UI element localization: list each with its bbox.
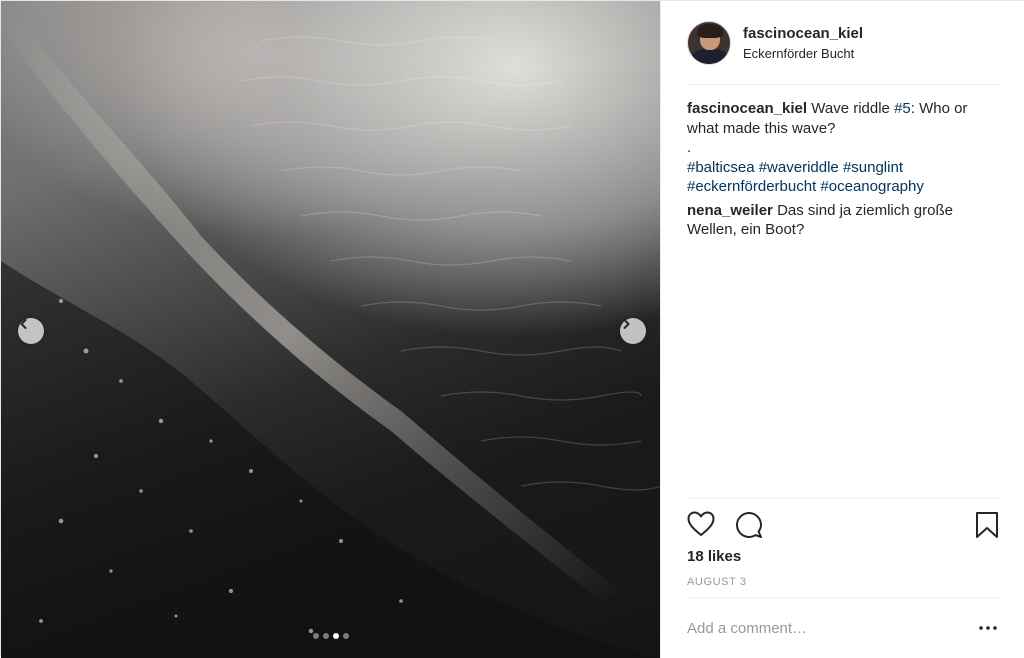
wave-texture xyxy=(1,21,660,658)
chevron-right-icon xyxy=(623,319,630,329)
chevron-left-icon xyxy=(20,319,27,329)
more-options-button[interactable] xyxy=(977,618,999,638)
instagram-post: fascinocean_kiel Eckernförder Bucht fasc… xyxy=(0,0,1024,658)
carousel-prev-button[interactable] xyxy=(18,318,44,344)
post-sidebar: fascinocean_kiel Eckernförder Bucht fasc… xyxy=(660,1,1024,658)
hashtag-link[interactable]: #balticsea xyxy=(687,159,755,176)
comment-button[interactable] xyxy=(735,511,763,544)
caption-author-link[interactable]: fascinocean_kiel xyxy=(687,100,807,117)
caption-separator: . xyxy=(687,139,692,156)
speech-bubble-icon xyxy=(736,512,762,538)
like-button[interactable] xyxy=(687,511,715,542)
save-button[interactable] xyxy=(975,511,999,544)
add-comment-bar xyxy=(687,597,999,658)
hashtag-link[interactable]: #eckernförderbucht xyxy=(687,178,816,195)
comment: nena_weiler Das sind ja ziemlich große W… xyxy=(687,201,1002,240)
hashtag-link[interactable]: #waveriddle xyxy=(759,159,839,176)
carousel-dot xyxy=(322,633,329,639)
carousel-dot xyxy=(342,633,349,639)
comment-author-link[interactable]: nena_weiler xyxy=(687,202,773,219)
carousel-next-button[interactable] xyxy=(620,318,646,344)
carousel-dot xyxy=(312,633,319,639)
post-photo[interactable] xyxy=(1,1,660,658)
comment-input[interactable] xyxy=(687,616,957,640)
caption: fascinocean_kiel Wave riddle #5: Who or … xyxy=(687,99,1002,197)
heart-icon xyxy=(687,511,715,536)
header-username-link[interactable]: fascinocean_kiel xyxy=(743,25,863,42)
hashtag-link[interactable]: #oceanography xyxy=(820,178,923,195)
post-date[interactable]: AUGUST 3 xyxy=(687,576,747,588)
carousel-dot xyxy=(332,633,339,639)
bookmark-icon xyxy=(976,512,998,538)
ellipsis-icon xyxy=(979,626,997,630)
caption-hashtags: #balticsea #waveriddle #sunglint #eckern… xyxy=(687,158,1002,197)
action-bar xyxy=(687,498,999,538)
caption-text-start: Wave riddle xyxy=(811,100,895,117)
location-link[interactable]: Eckernförder Bucht xyxy=(743,46,854,61)
avatar[interactable] xyxy=(687,21,731,65)
likes-count[interactable]: 18 likes xyxy=(687,548,741,565)
hashtag-link[interactable]: #5 xyxy=(894,100,911,117)
comments-section: fascinocean_kiel Wave riddle #5: Who or … xyxy=(687,99,1002,244)
carousel-indicator xyxy=(1,633,660,639)
post-header: fascinocean_kiel Eckernförder Bucht xyxy=(687,21,999,85)
hashtag-link[interactable]: #sunglint xyxy=(843,159,903,176)
